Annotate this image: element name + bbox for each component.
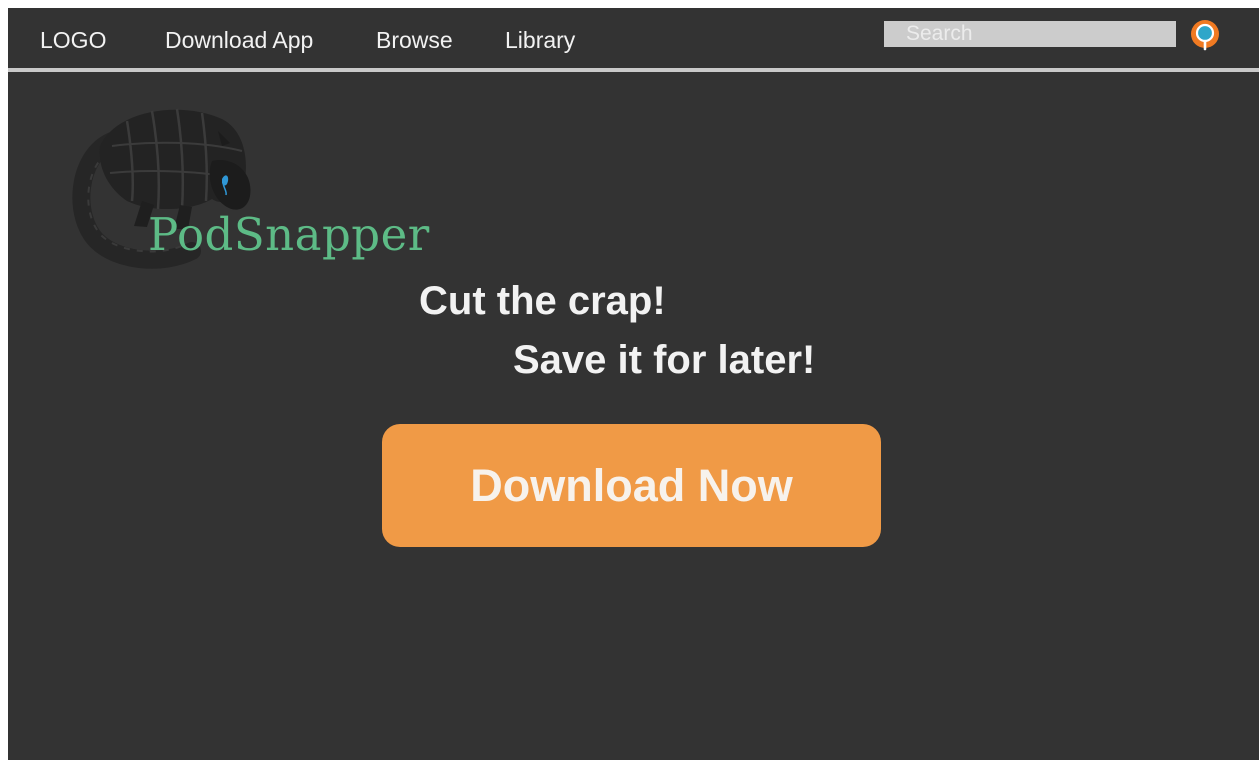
brand-name: PodSnapper [148,208,430,261]
page-frame: LOGO Download App Browse Library Search … [8,8,1259,760]
nav-library-link[interactable]: Library [505,27,575,54]
nav-download-app-link[interactable]: Download App [165,27,313,54]
nav-browse-link[interactable]: Browse [376,27,453,54]
tagline-line-2: Save it for later! [513,338,816,382]
search-icon[interactable] [1188,18,1222,52]
search-input[interactable] [884,21,1176,47]
tagline-line-1: Cut the crap! [419,279,666,323]
top-navbar: LOGO Download App Browse Library [8,8,1259,68]
navbar-divider [8,68,1259,72]
nav-logo-link[interactable]: LOGO [40,27,106,54]
download-now-button[interactable]: Download Now [382,424,881,547]
